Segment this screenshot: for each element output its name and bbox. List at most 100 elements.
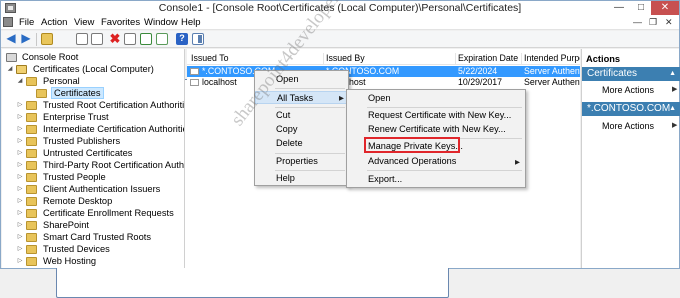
context-menu-cut[interactable]: Cut bbox=[255, 109, 348, 122]
submenu-export[interactable]: Export... bbox=[347, 173, 525, 186]
folder-icon bbox=[26, 77, 37, 86]
table-row[interactable]: *.CONTOSO.COM *.CONTOSO.COM 5/22/2024 Se… bbox=[187, 66, 580, 77]
forward-icon[interactable]: ▶ bbox=[20, 32, 32, 45]
actions-section-contoso[interactable]: *.CONTOSO.COM ▲ bbox=[582, 102, 680, 116]
cell-issued-to: localhost bbox=[202, 77, 237, 87]
submenu-arrow-icon: ▶ bbox=[339, 95, 344, 102]
submenu-request-new-key[interactable]: Request Certificate with New Key... bbox=[347, 109, 525, 122]
cell-purpose: Server Authent bbox=[524, 77, 580, 87]
expand-icon[interactable]: ▷ bbox=[16, 112, 24, 123]
context-menu-copy[interactable]: Copy bbox=[255, 123, 348, 136]
close-icon[interactable]: ✕ bbox=[651, 1, 679, 15]
actions-section-certificates[interactable]: Certificates ▲ bbox=[582, 67, 680, 81]
menu-favorites[interactable]: Favorites bbox=[101, 17, 140, 28]
column-issued-to[interactable]: Issued To bbox=[191, 53, 324, 65]
all-tasks-label: All Tasks bbox=[277, 93, 314, 103]
menu-window[interactable]: Window bbox=[144, 17, 178, 28]
certificates-snapin-icon bbox=[16, 65, 27, 74]
collapse-up-icon: ▲ bbox=[669, 105, 676, 112]
folder-icon bbox=[36, 89, 47, 98]
console-menu-icon[interactable] bbox=[3, 17, 13, 27]
maximize-icon[interactable]: □ bbox=[630, 1, 652, 15]
back-icon[interactable]: ◀ bbox=[5, 32, 17, 45]
submenu-arrow-icon: ▶ bbox=[515, 159, 520, 166]
submenu-open[interactable]: Open bbox=[347, 92, 525, 105]
submenu-renew-new-key[interactable]: Renew Certificate with New Key... bbox=[347, 123, 525, 136]
expand-icon[interactable]: ▷ bbox=[16, 160, 24, 171]
context-menu-delete[interactable]: Delete bbox=[255, 137, 348, 150]
paste-icon[interactable] bbox=[91, 33, 103, 45]
expand-icon[interactable]: ▷ bbox=[16, 136, 24, 147]
collapse-icon[interactable]: ◢ bbox=[6, 64, 14, 75]
folder-icon bbox=[26, 113, 37, 122]
child-minimize-icon[interactable]: — bbox=[633, 17, 642, 27]
menu-separator bbox=[275, 107, 345, 108]
menu-help[interactable]: Help bbox=[181, 17, 201, 28]
cell-expiration: 5/22/2024 bbox=[458, 66, 498, 76]
expand-icon[interactable]: ▷ bbox=[16, 184, 24, 195]
folder-icon bbox=[26, 209, 37, 218]
context-menu-properties[interactable]: Properties bbox=[255, 155, 348, 168]
column-issued-by[interactable]: Issued By bbox=[324, 53, 456, 65]
actions-section-label: Certificates bbox=[587, 68, 638, 79]
folder-icon bbox=[26, 161, 37, 170]
folder-icon bbox=[26, 197, 37, 206]
expand-icon[interactable]: ▷ bbox=[16, 232, 24, 243]
column-expiration-date[interactable]: Expiration Date bbox=[456, 53, 522, 65]
folder-icon bbox=[26, 233, 37, 242]
folder-icon bbox=[26, 101, 37, 110]
submenu-arrow-icon: ▶ bbox=[672, 122, 678, 129]
expand-icon[interactable]: ▷ bbox=[16, 148, 24, 159]
collapse-up-icon: ▲ bbox=[669, 70, 676, 77]
menu-action[interactable]: Action bbox=[41, 17, 67, 28]
context-menu-help[interactable]: Help bbox=[255, 172, 348, 185]
folder-icon bbox=[26, 185, 37, 194]
show-hide-action-pane-icon[interactable] bbox=[192, 33, 204, 45]
child-close-icon[interactable]: ✕ bbox=[665, 17, 673, 28]
expand-icon[interactable]: ▷ bbox=[16, 172, 24, 183]
cell-issued-by: lhost bbox=[347, 77, 366, 87]
help-icon[interactable]: ? bbox=[176, 33, 188, 45]
actions-section-label: *.CONTOSO.COM bbox=[587, 103, 671, 114]
menu-file[interactable]: File bbox=[19, 17, 34, 28]
menu-separator bbox=[275, 153, 345, 154]
expand-icon[interactable]: ▷ bbox=[16, 244, 24, 255]
minimize-icon[interactable]: — bbox=[608, 1, 630, 15]
refresh-icon[interactable] bbox=[140, 33, 152, 45]
collapse-icon[interactable]: ◢ bbox=[16, 76, 24, 87]
actions-title: Actions bbox=[586, 54, 621, 64]
menu-separator bbox=[275, 88, 345, 89]
console-tree: Console Root ◢ Certificates (Local Compu… bbox=[2, 49, 185, 268]
properties-icon[interactable] bbox=[124, 33, 136, 45]
menu-view[interactable]: View bbox=[74, 17, 94, 28]
console-root-icon bbox=[6, 53, 17, 62]
up-one-level-icon[interactable] bbox=[41, 33, 53, 45]
column-intended-purposes[interactable]: Intended Purpo bbox=[522, 53, 580, 65]
menu-bar: File Action View Favorites Window Help —… bbox=[1, 15, 679, 30]
folder-icon bbox=[26, 173, 37, 182]
more-actions-contoso[interactable]: More Actions ▶ bbox=[602, 121, 677, 131]
table-row[interactable]: localhost lhost 10/29/2017 Server Authen… bbox=[187, 77, 580, 88]
folder-icon bbox=[26, 149, 37, 158]
cell-purpose: Server Authent bbox=[524, 66, 580, 76]
expand-icon[interactable]: ▷ bbox=[16, 196, 24, 207]
more-actions-certificates[interactable]: More Actions ▶ bbox=[602, 85, 677, 95]
submenu-advanced-operations[interactable]: Advanced Operations bbox=[347, 155, 525, 168]
certificate-icon bbox=[190, 79, 199, 86]
child-restore-icon[interactable]: ❐ bbox=[649, 17, 657, 28]
expand-icon[interactable]: ▷ bbox=[16, 256, 24, 267]
copy-icon[interactable] bbox=[76, 33, 88, 45]
more-actions-label: More Actions bbox=[602, 121, 655, 131]
export-list-icon[interactable] bbox=[156, 33, 168, 45]
actions-pane: Actions Certificates ▲ More Actions ▶ *.… bbox=[581, 49, 680, 268]
menu-separator bbox=[275, 170, 345, 171]
expand-icon[interactable]: ▷ bbox=[16, 124, 24, 135]
list-header: Issued To Issued By Expiration Date Inte… bbox=[187, 52, 580, 65]
expand-icon[interactable]: ▷ bbox=[16, 100, 24, 111]
submenu-arrow-icon: ▶ bbox=[672, 86, 678, 93]
expand-icon[interactable]: ▷ bbox=[16, 220, 24, 231]
more-actions-label: More Actions bbox=[602, 85, 655, 95]
certificate-icon bbox=[190, 68, 199, 75]
expand-icon[interactable]: ▷ bbox=[16, 208, 24, 219]
delete-icon[interactable]: ✖ bbox=[109, 32, 121, 45]
